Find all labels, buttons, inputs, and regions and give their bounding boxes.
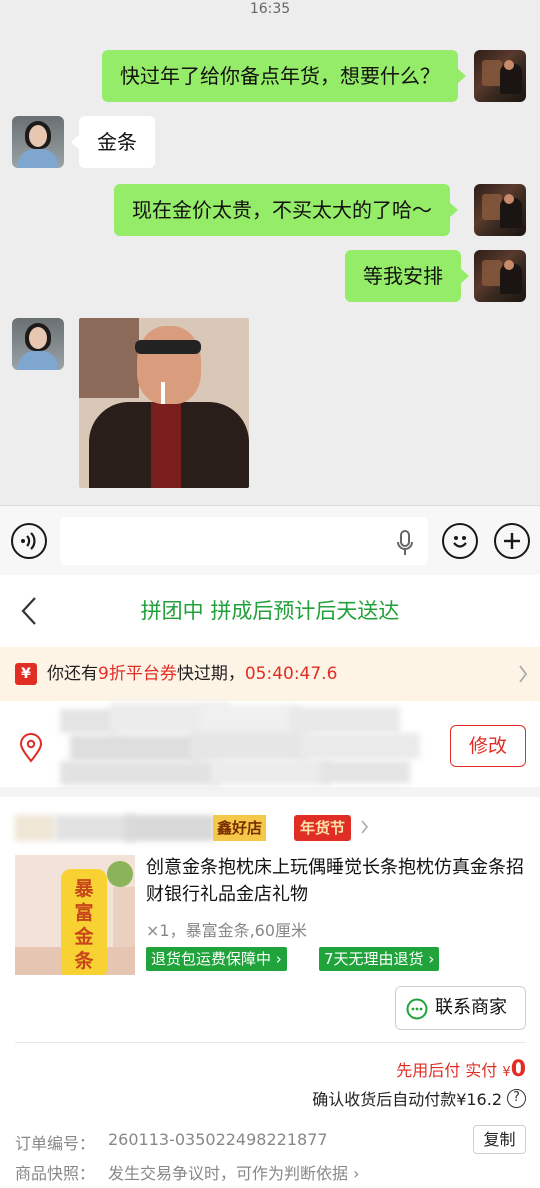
product-image[interactable]: 暴 富 金 条 xyxy=(15,855,135,975)
coupon-countdown: 05:40:47.6 xyxy=(244,664,338,684)
chat-bubble-incoming[interactable]: 金条 xyxy=(71,116,155,168)
coupon-yen-icon: ¥ xyxy=(15,663,37,685)
shop-row[interactable]: 鑫好店 年货节 xyxy=(0,807,540,851)
order-status-title: 拼团中 拼成后预计后天送达 xyxy=(140,599,400,623)
contact-merchant-button[interactable]: 联系商家 xyxy=(395,986,526,1030)
shipping-address[interactable]: 修改 xyxy=(0,701,540,797)
voice-icon[interactable] xyxy=(11,523,47,559)
payment-summary: 先用后付 实付 ¥0 xyxy=(396,1057,526,1082)
message-input[interactable] xyxy=(60,517,428,565)
back-arrow-icon[interactable] xyxy=(20,595,38,627)
chat-bubble-outgoing[interactable]: 等我安排 xyxy=(345,250,469,302)
microphone-icon[interactable] xyxy=(395,530,415,558)
auto-pay-note: 确认收货后自动付款¥16.2? xyxy=(312,1086,526,1110)
copy-order-number-button[interactable]: 复制 xyxy=(473,1125,526,1154)
status-time: 16:35 xyxy=(249,1,291,17)
snapshot-label: 商品快照： xyxy=(15,1164,96,1183)
plus-icon[interactable] xyxy=(494,523,530,559)
edit-address-button[interactable]: 修改 xyxy=(450,725,526,767)
my-avatar[interactable] xyxy=(474,250,526,302)
coupon-expiry-bar[interactable]: ¥ 你还有9折平台券快过期，05:40:47.6 xyxy=(0,647,540,701)
chevron-right-icon xyxy=(519,665,528,683)
divider xyxy=(15,1042,526,1043)
help-icon[interactable]: ? xyxy=(507,1088,526,1108)
chat-bubble-outgoing[interactable]: 快过年了给你备点年货，想要什么？ xyxy=(102,50,466,102)
my-avatar[interactable] xyxy=(474,184,526,236)
chat-bubble-outgoing[interactable]: 现在金价太贵，不买太大的了哈～ xyxy=(114,184,458,236)
order-header: 拼团中 拼成后预计后天送达 xyxy=(0,575,540,647)
emoji-icon[interactable] xyxy=(442,523,478,559)
festival-tag: 年货节 xyxy=(294,815,352,841)
chevron-right-icon xyxy=(361,820,369,834)
coupon-text: 你还有9折平台券快过期，05:40:47.6 xyxy=(47,664,338,684)
order-detail-panel: 拼团中 拼成后预计后天送达 ¥ 你还有9折平台券快过期，05:40:47.6 修… xyxy=(0,575,540,1188)
chat-input-bar xyxy=(0,505,540,575)
my-avatar[interactable] xyxy=(474,50,526,102)
product-title[interactable]: 创意金条抱枕床上玩偶睡觉长条抱枕仿真金条招财银行礼品金店礼物 xyxy=(146,854,526,908)
return-shipping-tag[interactable]: 退货包运费保障中 › xyxy=(146,947,287,971)
chat-icon xyxy=(406,998,428,1020)
order-number: 260113-035022498221877 xyxy=(108,1130,328,1149)
shop-name-tag: 鑫好店 xyxy=(213,815,267,841)
snapshot-link[interactable]: 发生交易争议时，可作为判断依据 › xyxy=(108,1160,360,1184)
contact-avatar[interactable] xyxy=(12,318,64,370)
sticker-image[interactable] xyxy=(79,318,249,488)
order-number-label: 订单编号： xyxy=(15,1134,96,1153)
no-reason-return-tag[interactable]: 7天无理由退货 › xyxy=(319,947,440,971)
location-pin-icon xyxy=(19,733,43,763)
contact-avatar[interactable] xyxy=(12,116,64,168)
product-spec: ×1，暴富金条,60厘米 xyxy=(146,921,308,940)
